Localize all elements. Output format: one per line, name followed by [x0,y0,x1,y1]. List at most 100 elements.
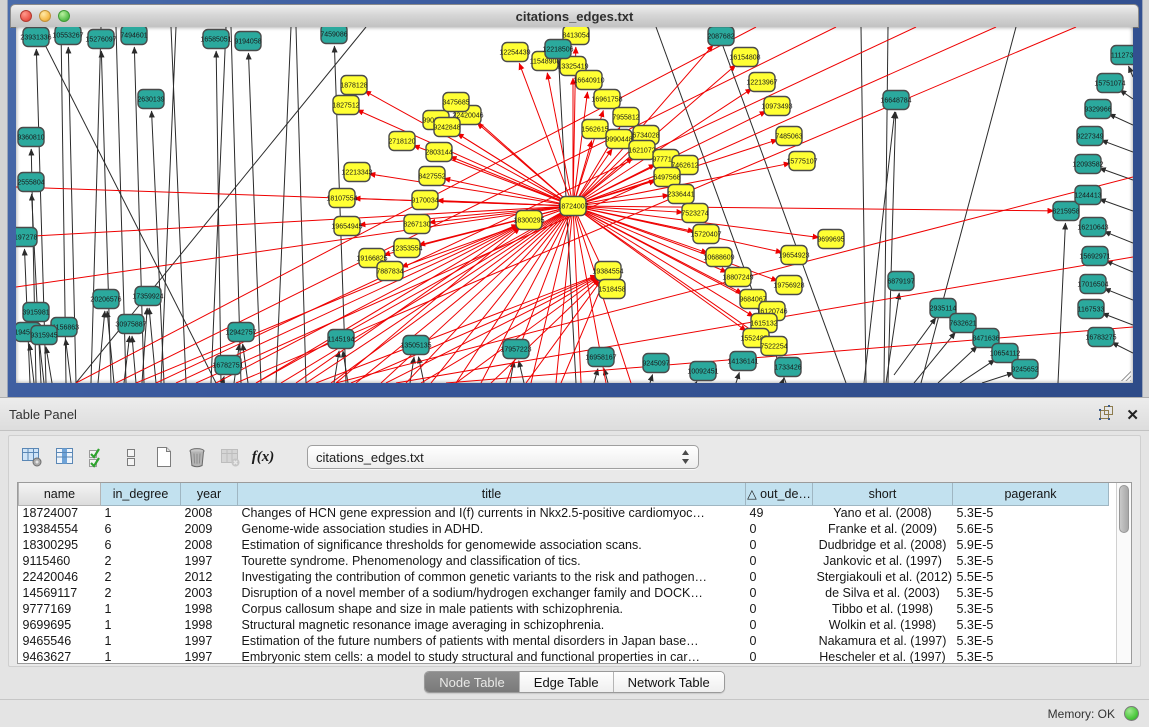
column-header-in_degree[interactable]: in_degree [101,483,181,505]
network-edge[interactable] [16,206,573,237]
table-cell[interactable]: Yano et al. (2008) [813,505,953,521]
network-node[interactable]: 9194058 [234,32,261,51]
network-node[interactable]: 9227349 [1076,127,1103,146]
network-node[interactable]: 12942757 [225,323,256,342]
network-node[interactable]: 1145194 [328,330,355,349]
network-node[interactable]: 10092451 [687,362,718,381]
network-node[interactable]: 2087682 [707,27,734,46]
table-cell[interactable]: 6 [101,537,181,553]
clear-selection-icon[interactable] [120,446,142,468]
network-node[interactable]: 18107554 [326,189,357,208]
table-cell[interactable]: Investigating the contribution of common… [238,569,746,585]
table-cell[interactable]: 1998 [181,601,238,617]
network-node[interactable]: 3915981 [22,303,49,322]
table-cell[interactable]: 14569117 [19,585,101,601]
network-node[interactable]: 16585051 [200,30,231,49]
network-node[interactable]: 19654923 [778,246,809,265]
table-row[interactable]: 2242004622012Investigating the contribut… [19,569,1109,585]
table-row[interactable]: 1938455462009Genome-wide association stu… [19,521,1109,537]
table-cell[interactable]: Nakamura et al. (1997) [813,633,953,649]
network-node[interactable]: 9315945 [30,326,57,345]
table-cell[interactable]: Jankovic et al. (1997) [813,553,953,569]
select-columns-icon[interactable] [54,446,76,468]
table-cell[interactable]: 5.3E-5 [953,553,1109,569]
table-cell[interactable]: 5.3E-5 [953,633,1109,649]
column-header-year[interactable]: year [181,483,238,505]
network-node[interactable]: 3475685 [442,93,469,112]
network-edge[interactable] [1112,342,1133,353]
network-node[interactable]: 17016504 [1077,275,1108,294]
network-edge[interactable] [556,206,573,383]
network-node[interactable]: 15775107 [786,152,817,171]
table-cell[interactable]: de Silva et al. (2003) [813,585,953,601]
network-node[interactable]: 7459086 [320,27,347,44]
network-node[interactable]: 16961758 [591,90,622,109]
table-cell[interactable]: 0 [746,553,813,569]
network-edge[interactable] [650,374,653,383]
table-cell[interactable]: Tourette syndrome. Phenomenology and cla… [238,553,746,569]
column-header-out_de[interactable]: △ out_de… [746,483,813,505]
network-node[interactable]: 1197278 [16,228,37,247]
delete-table-icon[interactable] [186,446,208,468]
network-node[interactable]: 1827512 [332,96,359,115]
network-edge[interactable] [457,133,573,206]
network-node[interactable]: 2718120 [388,132,415,151]
table-cell[interactable]: 0 [746,569,813,585]
network-node[interactable]: 19654945 [331,217,362,236]
network-node[interactable]: 9245097 [642,354,669,373]
network-edge[interactable] [91,27,101,383]
network-node[interactable]: 8215958 [1052,202,1079,221]
network-node[interactable]: 12213343 [341,163,372,182]
table-cell[interactable]: 18724007 [19,505,101,521]
table-scrollbar[interactable] [1116,483,1131,663]
table-row[interactable]: 977716911998Corpus callosum shape and si… [19,601,1109,617]
select-all-icon[interactable] [87,446,109,468]
table-cell[interactable]: 9699695 [19,617,101,633]
network-edge[interactable] [1104,231,1133,243]
network-edge[interactable] [276,27,291,383]
network-node[interactable]: 12213967 [746,73,777,92]
minimize-button[interactable] [39,10,51,22]
table-cell[interactable]: Dudbridge et al. (2008) [813,537,953,553]
table-cell[interactable]: 1 [101,617,181,633]
table-cell[interactable]: 9777169 [19,601,101,617]
memory-indicator[interactable] [1124,706,1139,721]
table-cell[interactable]: Franke et al. (2009) [813,521,953,537]
table-cell[interactable]: 5.3E-5 [953,601,1109,617]
network-node[interactable]: 7494601 [120,27,147,45]
table-cell[interactable]: 5.9E-5 [953,537,1109,553]
network-edge[interactable] [1102,313,1133,325]
network-node[interactable]: 13505135 [400,336,431,355]
network-node[interactable]: 10553267 [52,27,83,45]
network-node[interactable]: 1518458 [598,280,625,299]
network-node[interactable]: 6497568 [653,168,680,187]
network-node[interactable]: 16782751 [212,356,243,375]
table-cell[interactable]: 0 [746,617,813,633]
table-row[interactable]: 1872400712008Changes of HCN gene express… [19,505,1109,521]
network-node[interactable]: 16154808 [729,48,760,67]
table-cell[interactable]: 2008 [181,505,238,521]
table-cell[interactable]: 0 [746,521,813,537]
network-edge[interactable] [1104,288,1133,300]
table-cell[interactable]: 49 [746,505,813,521]
table-cell[interactable]: 1 [101,601,181,617]
network-node[interactable]: 9329966 [1084,100,1111,119]
network-node[interactable]: 10688609 [703,248,734,267]
network-node[interactable]: 8427552 [418,167,445,186]
table-cell[interactable]: 9465546 [19,633,101,649]
network-node[interactable]: 9245652 [1011,360,1038,379]
table-cell[interactable]: 18300295 [19,537,101,553]
table-cell[interactable]: Genome-wide association studies in ADHD. [238,521,746,537]
table-cell[interactable]: 5.6E-5 [953,521,1109,537]
network-edge[interactable] [149,308,156,383]
network-node[interactable]: 14136141 [727,352,758,371]
table-cell[interactable]: 5.3E-5 [953,585,1109,601]
zoom-button[interactable] [58,10,70,22]
table-cell[interactable]: 1 [101,633,181,649]
network-edge[interactable] [864,112,895,383]
network-edge[interactable] [938,346,977,383]
table-cell[interactable]: Hescheler et al. (1997) [813,649,953,663]
table-cell[interactable]: 1997 [181,649,238,663]
table-cell[interactable]: 2 [101,569,181,585]
table-row[interactable]: 969969511998Structural magnetic resonanc… [19,617,1109,633]
